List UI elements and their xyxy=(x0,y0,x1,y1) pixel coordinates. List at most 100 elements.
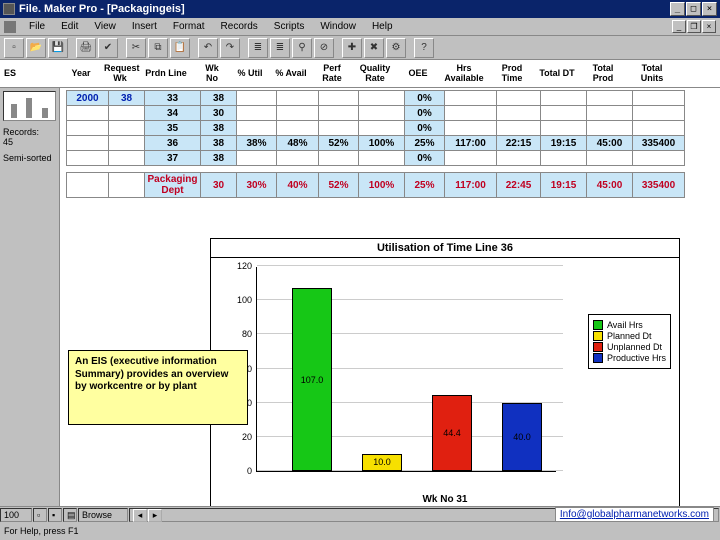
table-row[interactable]: 20003833380% xyxy=(67,91,685,106)
doc-minimize-button[interactable]: _ xyxy=(672,20,686,33)
cell xyxy=(319,106,359,121)
cell xyxy=(237,121,277,136)
sort-desc-icon[interactable]: ≣ xyxy=(270,38,290,58)
records-label: Records:45 xyxy=(3,127,56,147)
hdr-totalprod: TotalProd xyxy=(580,64,626,84)
record-navigator[interactable] xyxy=(3,91,56,121)
cell xyxy=(359,121,405,136)
cell: 25% xyxy=(405,136,445,151)
hdr-quality: QualityRate xyxy=(352,64,398,84)
cell xyxy=(633,121,685,136)
zoom-field[interactable]: 100 xyxy=(0,508,32,522)
table-row[interactable]: 37380% xyxy=(67,151,685,166)
cell: 38 xyxy=(109,91,145,106)
find-icon[interactable]: ⚲ xyxy=(292,38,312,58)
sort-asc-icon[interactable]: ≣ xyxy=(248,38,268,58)
undo-icon[interactable]: ↶ xyxy=(198,38,218,58)
hdr-avail: % Avail xyxy=(270,69,312,79)
cell: 30 xyxy=(201,106,237,121)
menu-help[interactable]: Help xyxy=(365,20,400,33)
summary-cell: 22:45 xyxy=(497,173,541,198)
summary-cell: 45:00 xyxy=(587,173,633,198)
titlebar: File. Maker Pro - [Packagingeis] _ □ × xyxy=(0,0,720,18)
cell: 38 xyxy=(201,151,237,166)
copy-icon[interactable]: ⧉ xyxy=(148,38,168,58)
cell xyxy=(109,106,145,121)
callout-note: An EIS (executive information Summary) p… xyxy=(68,350,248,425)
menu-format[interactable]: Format xyxy=(166,20,212,33)
save-icon[interactable]: 💾 xyxy=(48,38,68,58)
menu-records[interactable]: Records xyxy=(214,20,265,33)
doc-restore-button[interactable]: ❐ xyxy=(687,20,701,33)
hdr-year: Year xyxy=(60,69,102,79)
help-icon[interactable]: ? xyxy=(414,38,434,58)
spell-icon[interactable]: ✔ xyxy=(98,38,118,58)
cell: 117:00 xyxy=(445,136,497,151)
menu-edit[interactable]: Edit xyxy=(54,20,85,33)
cell: 38 xyxy=(201,91,237,106)
menu-file[interactable]: File xyxy=(22,20,52,33)
cell xyxy=(109,136,145,151)
zoom-out-icon[interactable]: ▫ xyxy=(33,508,47,522)
print-icon[interactable]: 🖨 xyxy=(76,38,96,58)
maximize-button[interactable]: □ xyxy=(686,2,701,16)
legend-item: Planned Dt xyxy=(593,331,666,341)
doc-close-button[interactable]: × xyxy=(702,20,716,33)
cell: 0% xyxy=(405,121,445,136)
cell: 37 xyxy=(145,151,201,166)
delete-record-icon[interactable]: ✖ xyxy=(364,38,384,58)
cell xyxy=(587,106,633,121)
new-record-icon[interactable]: ✚ xyxy=(342,38,362,58)
summary-cell: 117:00 xyxy=(445,173,497,198)
chart-xlabel: Wk No 31 xyxy=(211,494,679,505)
minimize-button[interactable]: _ xyxy=(670,2,685,16)
chart: Utilisation of Time Line 36 020406080100… xyxy=(210,238,680,508)
close-button[interactable]: × xyxy=(702,2,717,16)
cell xyxy=(67,106,109,121)
hdr-prodtime: ProdTime xyxy=(490,64,534,84)
email-link[interactable]: Info@globalpharmanetworks.com xyxy=(555,507,714,522)
cell xyxy=(445,91,497,106)
menu-view[interactable]: View xyxy=(87,20,123,33)
cell xyxy=(319,91,359,106)
table-row[interactable]: 35380% xyxy=(67,121,685,136)
hdr-reqwk: RequestWk xyxy=(102,64,138,84)
cell xyxy=(277,91,319,106)
cell xyxy=(497,91,541,106)
new-doc-icon[interactable]: ▫ xyxy=(4,38,24,58)
cell xyxy=(67,151,109,166)
statusarea-toggle-icon[interactable]: ▤ xyxy=(63,508,77,522)
open-icon[interactable]: 📂 xyxy=(26,38,46,58)
summary-cell: 19:15 xyxy=(541,173,587,198)
cell xyxy=(359,106,405,121)
omit-icon[interactable]: ⊘ xyxy=(314,38,334,58)
chart-legend: Avail HrsPlanned DtUnplanned DtProductiv… xyxy=(588,314,671,369)
table-row[interactable]: 363838%48%52%100%25%117:0022:1519:1545:0… xyxy=(67,136,685,151)
menu-window[interactable]: Window xyxy=(313,20,363,33)
cell xyxy=(497,121,541,136)
script-icon[interactable]: ⚙ xyxy=(386,38,406,58)
cell xyxy=(633,151,685,166)
toolbar: ▫ 📂 💾 🖨 ✔ ✂ ⧉ 📋 ↶ ↷ ≣ ≣ ⚲ ⊘ ✚ ✖ ⚙ ? xyxy=(0,36,720,60)
paste-icon[interactable]: 📋 xyxy=(170,38,190,58)
cell xyxy=(319,121,359,136)
cell xyxy=(541,151,587,166)
cell xyxy=(67,121,109,136)
redo-icon[interactable]: ↷ xyxy=(220,38,240,58)
table-row[interactable]: 34300% xyxy=(67,106,685,121)
summary-row: Packaging Dept3030%40%52%100%25%117:0022… xyxy=(66,172,685,198)
cell: 35 xyxy=(145,121,201,136)
zoom-in-icon[interactable]: ▪ xyxy=(48,508,62,522)
cell xyxy=(277,106,319,121)
mode-label[interactable]: Browse xyxy=(78,508,128,522)
cell: 38 xyxy=(201,136,237,151)
menu-insert[interactable]: Insert xyxy=(125,20,164,33)
cell xyxy=(541,91,587,106)
summary-cell xyxy=(67,173,109,198)
summary-cell: 30% xyxy=(237,173,277,198)
menu-scripts[interactable]: Scripts xyxy=(267,20,312,33)
app-icon xyxy=(3,3,15,15)
column-headers: ES Year RequestWk Prdn Line WkNo % Util … xyxy=(0,60,720,88)
cut-icon[interactable]: ✂ xyxy=(126,38,146,58)
hdr-hrsavail: HrsAvailable xyxy=(438,64,490,84)
